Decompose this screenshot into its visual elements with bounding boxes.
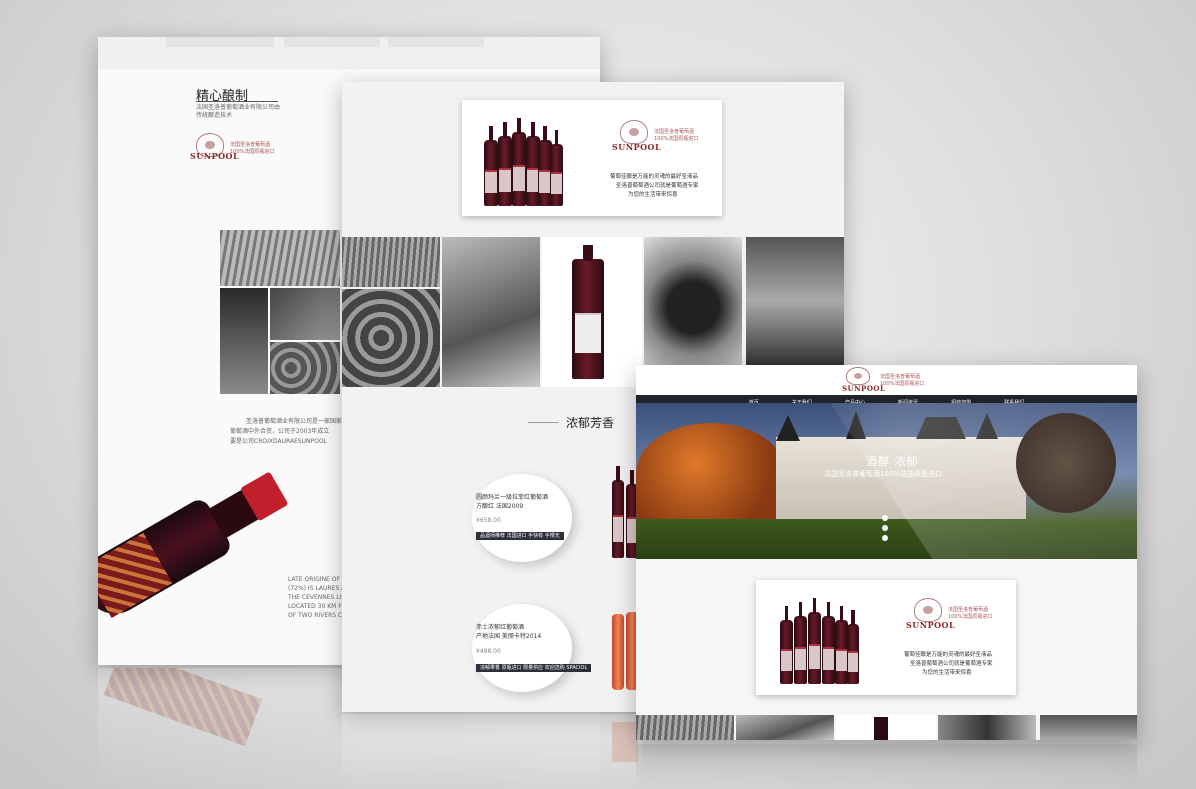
wine-bottle — [794, 602, 807, 684]
barrel-photo — [342, 289, 440, 387]
slogan-1: 法国圣洛普葡萄酒 — [880, 374, 921, 380]
vineyard-photo — [220, 230, 340, 286]
hero-banner: 酒醇 浓郁 法国圣洛普葡萄酒100%法国原瓶进口 — [636, 403, 1137, 559]
hero-subtitle: 法国圣洛普葡萄酒100%法国原瓶进口 — [824, 470, 943, 478]
grapes-photo — [644, 237, 742, 365]
hands-picking-photo — [736, 715, 834, 740]
slogan-2: 100%法国原瓶进口 — [880, 381, 925, 387]
slogan-2: 100%法国原瓶进口 — [230, 149, 275, 155]
chateau-photo — [1040, 715, 1137, 740]
tagline-3: 为您的生活带来惊喜 — [922, 670, 972, 676]
wine-bottle — [780, 606, 793, 684]
product-banner-card: SUNPOOL 法国圣洛普葡萄酒 100%法国原瓶进口 葡萄佳酿是万能的灵魂的最… — [756, 580, 1016, 695]
section-divider-line — [528, 422, 558, 423]
barrel-photo — [270, 342, 340, 394]
brand-emblem-icon — [620, 120, 648, 144]
carousel-dot[interactable] — [882, 515, 888, 521]
section-desc-2: 传统酿造技术 — [196, 112, 233, 119]
product-subname-2: 产地法国 美丽卡特2014 — [476, 633, 542, 640]
rose-bottle — [612, 614, 624, 690]
brand-emblem-icon — [914, 598, 942, 622]
tilted-wine-bottle — [98, 452, 299, 631]
slogan-1: 法国圣洛普葡萄酒 — [948, 607, 989, 613]
product-price-1: ¥658.00 — [476, 517, 501, 524]
slogan-1: 法国圣洛普葡萄酒 — [230, 142, 271, 148]
front-page-preview: SUNPOOL 法国圣洛普葡萄酒 100%法国原瓶进口 首页 关于我们 产品中心… — [636, 365, 1137, 740]
front-panel-reflection — [636, 744, 1137, 789]
wine-bottle — [550, 130, 563, 206]
wine-bottle — [484, 126, 498, 206]
grapes-photo — [938, 715, 1036, 740]
carousel-dot[interactable] — [882, 535, 888, 541]
title-underline — [196, 101, 278, 102]
brand-logo: SUNPOOL — [612, 142, 662, 152]
vineyard-photo — [342, 237, 440, 287]
vineyard-photo — [636, 715, 734, 740]
carousel-dot[interactable] — [882, 525, 888, 531]
tagline-1: 葡萄佳酿是万能的灵魂的最好圣液品 — [610, 174, 699, 180]
wine-bottle — [498, 122, 512, 206]
brand-logo: SUNPOOL — [906, 620, 956, 630]
tagline-3: 为您的生活带来惊喜 — [628, 192, 678, 198]
intro-line-2: 葡萄酒中外合资，公司于2003年成立 — [230, 428, 330, 435]
product-price-2: ¥498.00 — [476, 648, 501, 655]
wine-glass-photo — [220, 288, 268, 394]
brand-emblem-icon — [846, 367, 870, 385]
intro-line-3: 要是公司CROIXDAURAESUNPOOL — [230, 438, 327, 445]
section-title: 浓郁芳香 — [566, 416, 615, 430]
product-detail-button-1[interactable]: 品酒师推荐 法国进口 手快有 手慢无 — [476, 532, 564, 540]
autumn-trees — [636, 423, 786, 523]
product-name-1: 圆颜玛兰一级拉菲红葡萄酒 — [476, 494, 549, 501]
product-banner-card: SUNPOOL 法国圣洛普葡萄酒 100%法国原瓶进口 葡萄佳酿是万能的灵魂的最… — [462, 100, 722, 216]
hero-title: 酒醇 浓郁 — [866, 455, 919, 468]
slogan-2: 100%法国原瓶进口 — [654, 136, 699, 142]
middle-panel-reflection — [342, 714, 642, 789]
decanter-photo — [270, 288, 340, 340]
chateau-photo — [746, 237, 844, 365]
tagline-1: 葡萄佳酿是万能的灵魂的最好圣液品 — [904, 652, 993, 658]
wine-bottle — [822, 602, 835, 684]
product-subname-1: 方酿红 法国2009 — [476, 503, 524, 510]
product-bottle-photo — [542, 237, 642, 387]
tagline-2: 圣洛普葡萄酒公司就是葡萄酒专家 — [616, 183, 699, 189]
wine-bottle — [612, 466, 624, 558]
product-name-2: 赤土浓郁红葡萄酒 — [476, 624, 525, 631]
tagline-2: 圣洛普葡萄酒公司就是葡萄酒专家 — [910, 661, 993, 667]
slogan-2: 100%法国原瓶进口 — [948, 614, 993, 620]
hands-picking-photo — [442, 237, 540, 387]
top-strip — [98, 37, 600, 69]
product-detail-button-2[interactable]: 浓郁果香 原瓶进口 限量供应 欢迎选购 SPACIOL — [476, 664, 592, 672]
wine-bottle — [512, 118, 526, 206]
wine-bottle — [808, 598, 821, 684]
slogan-1: 法国圣洛普葡萄酒 — [654, 129, 695, 135]
wine-bottle — [847, 610, 859, 684]
site-header: SUNPOOL 法国圣洛普葡萄酒 100%法国原瓶进口 — [636, 365, 1137, 395]
intro-line-1: 圣洛普葡萄酒业有限公司是一家国家 — [246, 418, 343, 425]
main-nav: 首页 关于我们 产品中心 新闻资讯 招商加盟 联系我们 — [636, 395, 1137, 406]
product-bottle-photo — [836, 715, 936, 740]
